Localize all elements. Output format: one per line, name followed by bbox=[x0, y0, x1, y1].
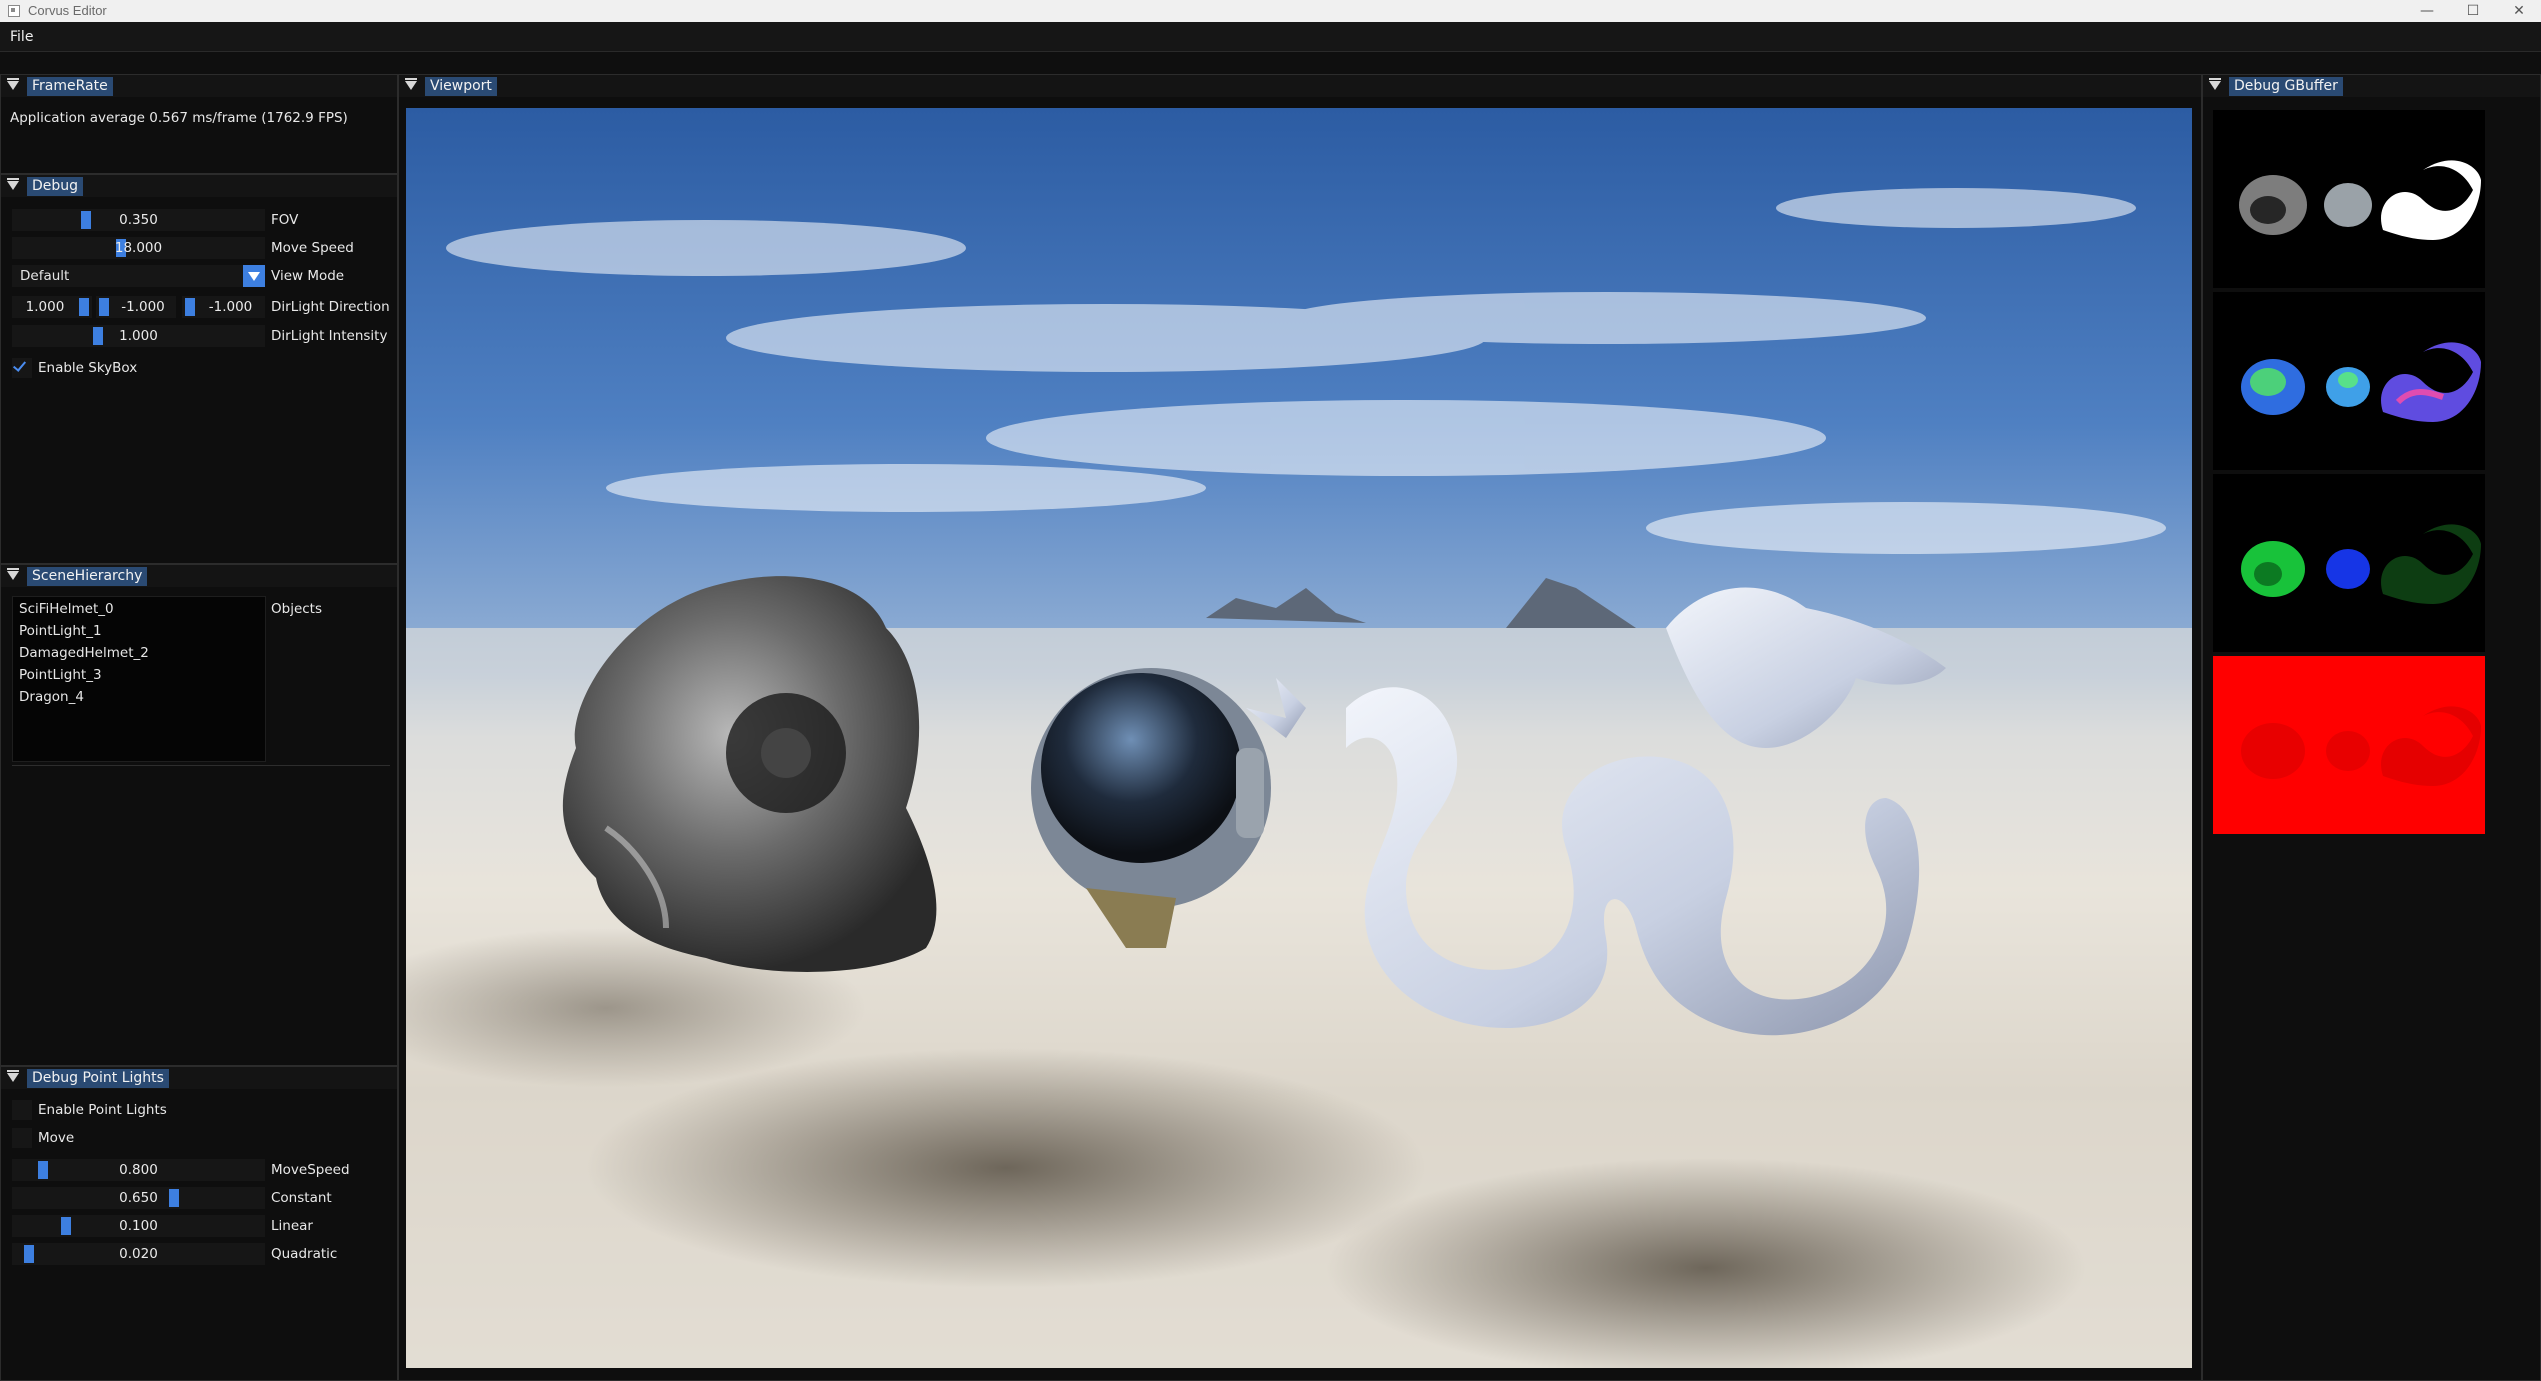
fov-value: 0.350 bbox=[119, 212, 158, 228]
constant-value: 0.650 bbox=[119, 1190, 158, 1206]
fov-slider[interactable]: 0.350 bbox=[12, 209, 265, 231]
gbuffer-albedo-view bbox=[2213, 110, 2485, 288]
point-move-speed-label: MoveSpeed bbox=[271, 1162, 350, 1178]
dock-space-top bbox=[0, 52, 2541, 74]
gbuffer-normal-image bbox=[2241, 342, 2481, 422]
dirlight-x-slider[interactable]: 1.000 bbox=[12, 296, 92, 318]
slider-grab[interactable] bbox=[185, 298, 195, 316]
list-item[interactable]: PointLight_1 bbox=[19, 623, 102, 639]
separator bbox=[12, 765, 390, 766]
viewport-header: Viewport bbox=[399, 75, 2201, 97]
minimize-icon[interactable]: — bbox=[2404, 0, 2450, 22]
scene-hierarchy-header: SceneHierarchy bbox=[1, 565, 397, 587]
gbuffer-header: Debug GBuffer bbox=[2203, 75, 2540, 97]
gbuffer-normal-view bbox=[2213, 292, 2485, 470]
collapse-icon[interactable] bbox=[7, 78, 19, 90]
slider-grab[interactable] bbox=[99, 298, 109, 316]
collapse-icon[interactable] bbox=[405, 78, 417, 90]
move-checkbox[interactable] bbox=[12, 1128, 32, 1148]
check-icon bbox=[12, 358, 27, 372]
debug-panel: Debug 0.350 FOV 18.000 Move Speed Defaul… bbox=[0, 174, 398, 564]
list-item[interactable]: SciFiHelmet_0 bbox=[19, 601, 114, 617]
gbuffer-albedo-image bbox=[2239, 160, 2481, 240]
objects-listbox[interactable]: SciFiHelmet_0 PointLight_1 DamagedHelmet… bbox=[12, 596, 266, 762]
linear-slider[interactable]: 0.100 bbox=[12, 1215, 265, 1237]
move-label: Move bbox=[38, 1130, 75, 1146]
dirlight-y-value: -1.000 bbox=[121, 299, 165, 315]
tab-framerate[interactable]: FrameRate bbox=[27, 77, 113, 96]
title-bar: Corvus Editor — ☐ ✕ bbox=[0, 0, 2541, 22]
enable-point-lights-checkbox[interactable] bbox=[12, 1100, 32, 1120]
framerate-text: Application average 0.567 ms/frame (1762… bbox=[10, 110, 348, 126]
view-mode-combo[interactable]: Default bbox=[12, 265, 265, 287]
collapse-icon[interactable] bbox=[7, 568, 19, 580]
move-speed-slider[interactable]: 18.000 bbox=[12, 237, 265, 259]
move-speed-value: 18.000 bbox=[114, 240, 163, 256]
dirlight-intensity-slider[interactable]: 1.000 bbox=[12, 325, 265, 347]
tab-debug[interactable]: Debug bbox=[27, 177, 84, 196]
constant-slider[interactable]: 0.650 bbox=[12, 1187, 265, 1209]
viewport-render[interactable] bbox=[406, 108, 2192, 1368]
dirlight-intensity-label: DirLight Intensity bbox=[271, 328, 388, 344]
chevron-down-icon[interactable] bbox=[243, 265, 265, 287]
app-icon bbox=[8, 5, 20, 17]
menu-bar: File bbox=[0, 22, 2541, 52]
debug-header: Debug bbox=[1, 175, 397, 197]
linear-value: 0.100 bbox=[119, 1218, 158, 1234]
maximize-icon[interactable]: ☐ bbox=[2450, 0, 2496, 22]
window-title: Corvus Editor bbox=[28, 3, 107, 18]
move-speed-label: Move Speed bbox=[271, 240, 354, 256]
point-move-speed-slider[interactable]: 0.800 bbox=[12, 1159, 265, 1181]
debug-point-lights-header: Debug Point Lights bbox=[1, 1067, 397, 1089]
dirlight-z-slider[interactable]: -1.000 bbox=[182, 296, 265, 318]
dirlight-z-value: -1.000 bbox=[208, 299, 253, 315]
collapse-icon[interactable] bbox=[7, 1070, 19, 1082]
fov-label: FOV bbox=[271, 212, 299, 228]
tab-debug-point-lights[interactable]: Debug Point Lights bbox=[27, 1069, 169, 1088]
menu-file[interactable]: File bbox=[10, 29, 33, 45]
gbuffer-depth-view bbox=[2213, 656, 2485, 834]
enable-skybox-label: Enable SkyBox bbox=[38, 360, 138, 376]
tab-scene-hierarchy[interactable]: SceneHierarchy bbox=[27, 567, 148, 586]
collapse-icon[interactable] bbox=[7, 178, 19, 190]
list-item[interactable]: DamagedHelmet_2 bbox=[19, 645, 149, 661]
slider-grab[interactable] bbox=[79, 298, 89, 316]
list-item[interactable]: Dragon_4 bbox=[19, 689, 84, 705]
scene-render[interactable] bbox=[406, 108, 2192, 1368]
enable-skybox-checkbox[interactable] bbox=[12, 358, 32, 378]
gbuffer-depth-image bbox=[2241, 706, 2481, 786]
tab-debug-gbuffer[interactable]: Debug GBuffer bbox=[2229, 77, 2343, 96]
dirlight-y-slider[interactable]: -1.000 bbox=[96, 296, 176, 318]
close-icon[interactable]: ✕ bbox=[2496, 0, 2541, 22]
view-mode-label: View Mode bbox=[271, 268, 345, 284]
tab-viewport[interactable]: Viewport bbox=[425, 77, 497, 96]
quadratic-value: 0.020 bbox=[119, 1246, 158, 1262]
constant-label: Constant bbox=[271, 1190, 332, 1206]
scene-hierarchy-panel: SceneHierarchy SciFiHelmet_0 PointLight_… bbox=[0, 564, 398, 1066]
dirlight-intensity-value: 1.000 bbox=[119, 328, 158, 344]
gbuffer-material-image bbox=[2241, 524, 2481, 604]
debug-point-lights-panel: Debug Point Lights Enable Point Lights M… bbox=[0, 1066, 398, 1381]
dirlight-direction-label: DirLight Direction bbox=[271, 299, 390, 315]
point-move-speed-value: 0.800 bbox=[119, 1162, 158, 1178]
quadratic-slider[interactable]: 0.020 bbox=[12, 1243, 265, 1265]
quadratic-label: Quadratic bbox=[271, 1246, 338, 1262]
linear-label: Linear bbox=[271, 1218, 313, 1234]
framerate-panel: FrameRate Application average 0.567 ms/f… bbox=[0, 74, 398, 174]
framerate-header: FrameRate bbox=[1, 75, 397, 97]
enable-point-lights-label: Enable Point Lights bbox=[38, 1102, 167, 1118]
view-mode-value: Default bbox=[20, 268, 70, 284]
objects-label: Objects bbox=[271, 601, 323, 617]
collapse-icon[interactable] bbox=[2209, 78, 2221, 90]
gbuffer-material-view bbox=[2213, 474, 2485, 652]
dirlight-x-value: 1.000 bbox=[25, 299, 65, 315]
list-item[interactable]: PointLight_3 bbox=[19, 667, 102, 683]
